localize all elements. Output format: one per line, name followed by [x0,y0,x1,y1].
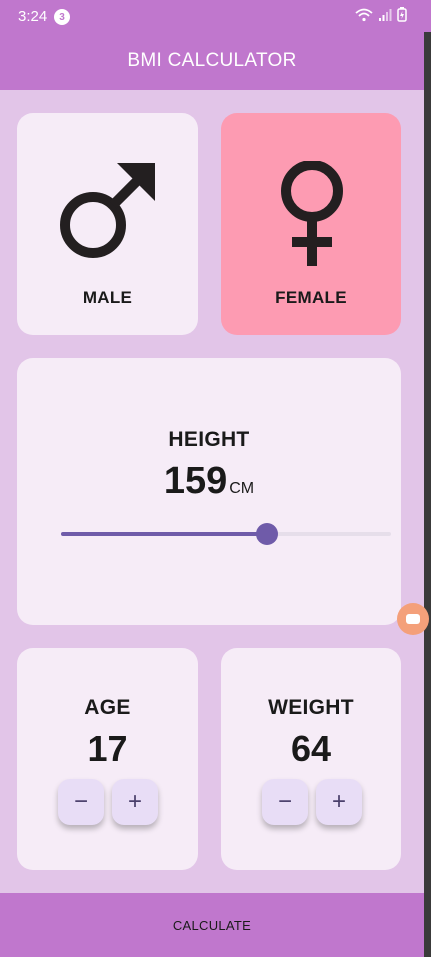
status-time: 3:24 [18,8,48,25]
notification-badge: 3 [54,9,70,25]
height-unit: CM [229,480,255,497]
male-label: MALE [82,288,133,307]
height-slider-fill [61,532,268,536]
status-icons [355,7,407,22]
floating-chat-bubble[interactable] [397,603,429,635]
weight-value: 64 [290,728,332,769]
height-label: HEIGHT [168,428,250,451]
weight-decrement-button[interactable]: − [262,779,308,825]
male-card[interactable]: MALE [17,113,198,335]
calculate-button[interactable]: CALCULATE [0,893,424,957]
female-symbol-icon [281,161,343,266]
app-title: BMI CALCULATOR [127,50,297,71]
battery-icon [397,7,407,22]
age-value: 17 [87,728,128,769]
chat-bubble-icon [406,614,420,624]
calculate-label: CALCULATE [172,917,252,933]
screen-edge [424,32,431,957]
height-slider-thumb[interactable] [256,523,279,545]
weight-card: WEIGHT 64 − + [221,648,401,870]
female-label: FEMALE [275,288,347,307]
age-decrement-button[interactable]: − [58,779,104,825]
app-bar: BMI CALCULATOR [0,32,424,90]
height-card: HEIGHT 159 CM [17,358,401,625]
wifi-icon [355,8,373,21]
height-slider[interactable] [61,523,391,545]
weight-increment-button[interactable]: + [316,779,362,825]
height-readout: 159 CM [17,460,401,503]
signal-icon [379,8,392,21]
age-label: AGE [84,696,131,719]
weight-label: WEIGHT [268,696,354,719]
female-card[interactable]: FEMALE [221,113,401,335]
status-bar: 3:24 3 [0,0,431,32]
height-value: 159 [163,460,228,502]
age-increment-button[interactable]: + [112,779,158,825]
male-symbol-icon [60,163,155,258]
age-card: AGE 17 − + [17,648,198,870]
